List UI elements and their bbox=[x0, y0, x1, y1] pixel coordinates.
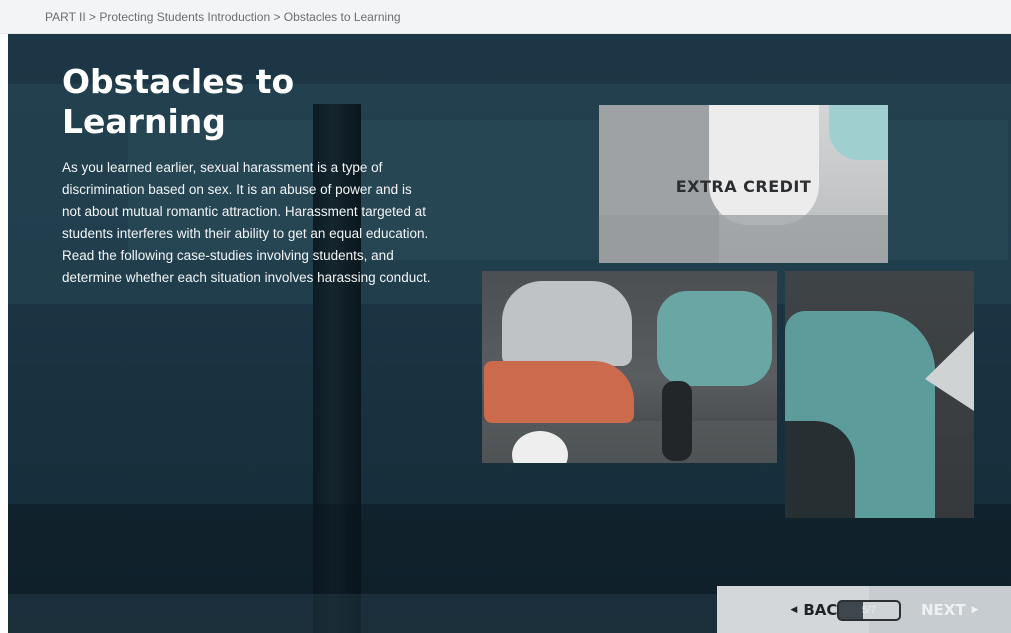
page-title-line1: Obstacles to bbox=[62, 62, 295, 101]
extra-credit-label: EXTRA CREDIT bbox=[675, 177, 812, 196]
tile-player-shirt bbox=[502, 281, 632, 366]
tile-player-shorts bbox=[484, 361, 634, 423]
page-indicator: 5/7 bbox=[837, 600, 901, 621]
page-title-line2: Learning bbox=[62, 102, 226, 141]
navigation-bar: ◀ BACK 5/7 NEXT ▶ bbox=[717, 586, 1011, 633]
tile-lower-shape bbox=[599, 215, 888, 263]
intro-paragraph: As you learned earlier, sexual harassmen… bbox=[62, 160, 431, 285]
next-button[interactable]: NEXT ▶ bbox=[913, 586, 1011, 633]
tile-leg-shape bbox=[662, 381, 692, 461]
breadcrumb: PART II > Protecting Students Introducti… bbox=[0, 0, 1011, 34]
tile-accent-shape bbox=[829, 105, 888, 160]
lesson-stage: Obstacles to Learning As you learned ear… bbox=[8, 34, 1011, 633]
tile-shirt-shape bbox=[709, 105, 819, 225]
back-arrow-icon: ◀ bbox=[790, 604, 798, 615]
case-study-tile-player[interactable] bbox=[785, 271, 974, 518]
page-title: Obstacles to Learning bbox=[62, 62, 442, 142]
tile-opponent-shape bbox=[657, 291, 772, 386]
next-button-label: NEXT bbox=[921, 600, 966, 619]
extra-credit-tile[interactable]: EXTRA CREDIT bbox=[599, 105, 888, 263]
tile-player-shadow bbox=[785, 421, 855, 518]
case-study-tile-soccer[interactable] bbox=[482, 271, 777, 463]
next-arrow-icon: ▶ bbox=[971, 604, 979, 615]
